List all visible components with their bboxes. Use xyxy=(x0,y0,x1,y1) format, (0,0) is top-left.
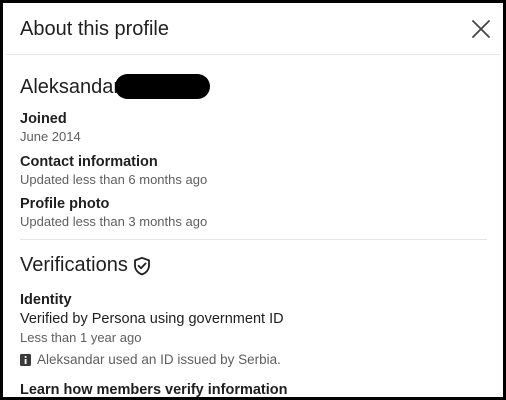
identity-label: Identity xyxy=(20,292,72,308)
shield-check-icon xyxy=(134,256,150,276)
dialog-header: About this profile xyxy=(6,6,500,55)
profile-photo-label: Profile photo xyxy=(20,196,110,212)
name-redaction xyxy=(115,74,210,99)
id-notice: Aleksandar used an ID issued by Serbia. xyxy=(20,352,281,367)
verifications-heading: Verifications xyxy=(20,254,128,276)
close-icon xyxy=(472,20,490,38)
section-divider xyxy=(20,239,487,240)
identity-time: Less than 1 year ago xyxy=(20,330,142,345)
notice-text: Aleksandar used an ID issued by Serbia. xyxy=(37,352,281,367)
joined-label: Joined xyxy=(20,111,67,127)
contact-info-label: Contact information xyxy=(20,154,158,170)
joined-value: June 2014 xyxy=(20,129,81,144)
identity-value: Verified by Persona using government ID xyxy=(20,311,284,327)
contact-info-value: Updated less than 6 months ago xyxy=(20,172,208,187)
dialog-title: About this profile xyxy=(20,18,169,40)
about-profile-dialog: About this profile Aleksandar Joined Jun… xyxy=(0,0,506,400)
close-button[interactable] xyxy=(468,16,494,42)
profile-name: Aleksandar xyxy=(20,76,121,98)
profile-photo-value: Updated less than 3 months ago xyxy=(20,214,208,229)
info-icon xyxy=(20,353,31,366)
learn-verify-link[interactable]: Learn how members verify information xyxy=(20,382,288,397)
